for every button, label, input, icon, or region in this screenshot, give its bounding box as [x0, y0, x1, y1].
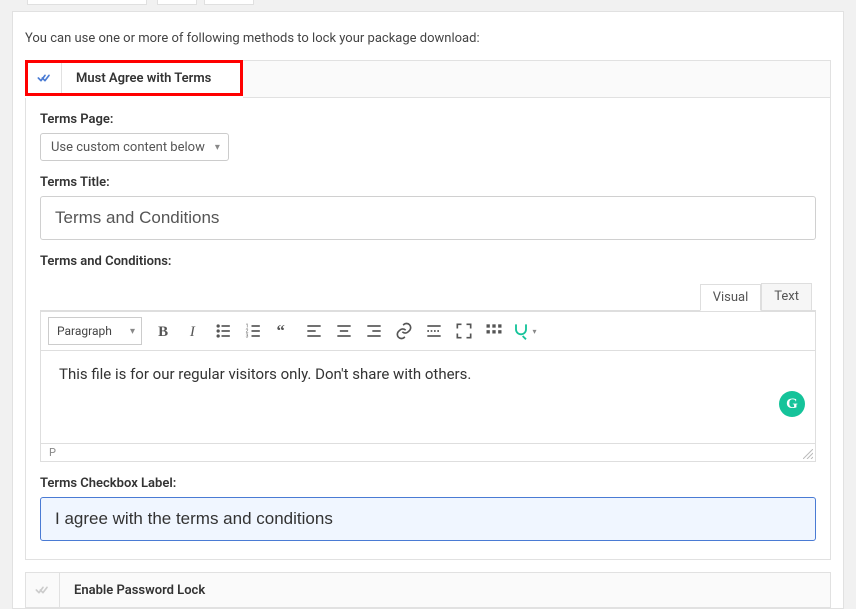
section-title-password: Enable Password Lock	[60, 583, 205, 598]
section-header-password[interactable]: Enable Password Lock	[25, 572, 831, 608]
terms-page-label: Terms Page:	[40, 112, 816, 127]
format-select[interactable]: Paragraph ▾	[48, 317, 142, 345]
terms-page-select-value: Use custom content below	[51, 140, 205, 155]
caret-down-icon: ▾	[130, 326, 135, 337]
editor-status-bar: P	[41, 443, 815, 461]
editor-tab-visual[interactable]: Visual	[700, 284, 762, 311]
resize-handle-icon[interactable]	[803, 449, 813, 459]
fullscreen-button[interactable]	[450, 317, 478, 345]
editor-path: P	[49, 446, 56, 459]
settings-panel: You can use one or more of following met…	[12, 11, 844, 609]
link-button[interactable]	[390, 317, 418, 345]
section-body-terms: Terms Page: Use custom content below ▾ T…	[25, 98, 831, 560]
double-check-icon	[28, 63, 62, 93]
blockquote-button[interactable]: “	[270, 317, 298, 345]
section-header-terms[interactable]: Must Agree with Terms	[25, 60, 243, 96]
svg-text:B: B	[158, 324, 168, 340]
numbered-list-button[interactable]: 123	[240, 317, 268, 345]
align-left-button[interactable]	[300, 317, 328, 345]
editor-tab-text[interactable]: Text	[761, 283, 812, 310]
svg-text:3: 3	[246, 334, 249, 340]
checkbox-label-input[interactable]	[40, 497, 816, 541]
section-title-terms: Must Agree with Terms	[62, 71, 211, 86]
terms-page-select[interactable]: Use custom content below ▾	[40, 133, 229, 161]
terms-conditions-label: Terms and Conditions:	[40, 254, 816, 269]
toolbar-toggle-button[interactable]	[480, 317, 508, 345]
special-button[interactable]: ▾	[510, 317, 538, 345]
align-right-button[interactable]	[360, 317, 388, 345]
rich-text-editor: Visual Text Paragraph ▾ B I 123 “	[40, 279, 816, 462]
svg-text:I: I	[189, 324, 196, 340]
intro-text: You can use one or more of following met…	[25, 24, 831, 60]
svg-text:“: “	[277, 321, 285, 340]
caret-down-icon: ▾	[215, 142, 220, 153]
read-more-button[interactable]	[420, 317, 448, 345]
terms-title-label: Terms Title:	[40, 175, 816, 190]
editor-tabs: Visual Text	[40, 279, 816, 310]
bold-button[interactable]: B	[150, 317, 178, 345]
editor-toolbar: Paragraph ▾ B I 123 “ ▾	[41, 311, 815, 350]
bullet-list-button[interactable]	[210, 317, 238, 345]
align-center-button[interactable]	[330, 317, 358, 345]
double-check-icon	[26, 573, 60, 607]
italic-button[interactable]: I	[180, 317, 208, 345]
editor-content[interactable]: This file is for our regular visitors on…	[41, 351, 815, 443]
checkbox-label-label: Terms Checkbox Label:	[40, 476, 816, 491]
grammarly-icon[interactable]: G	[779, 391, 805, 417]
terms-title-input[interactable]	[40, 196, 816, 240]
